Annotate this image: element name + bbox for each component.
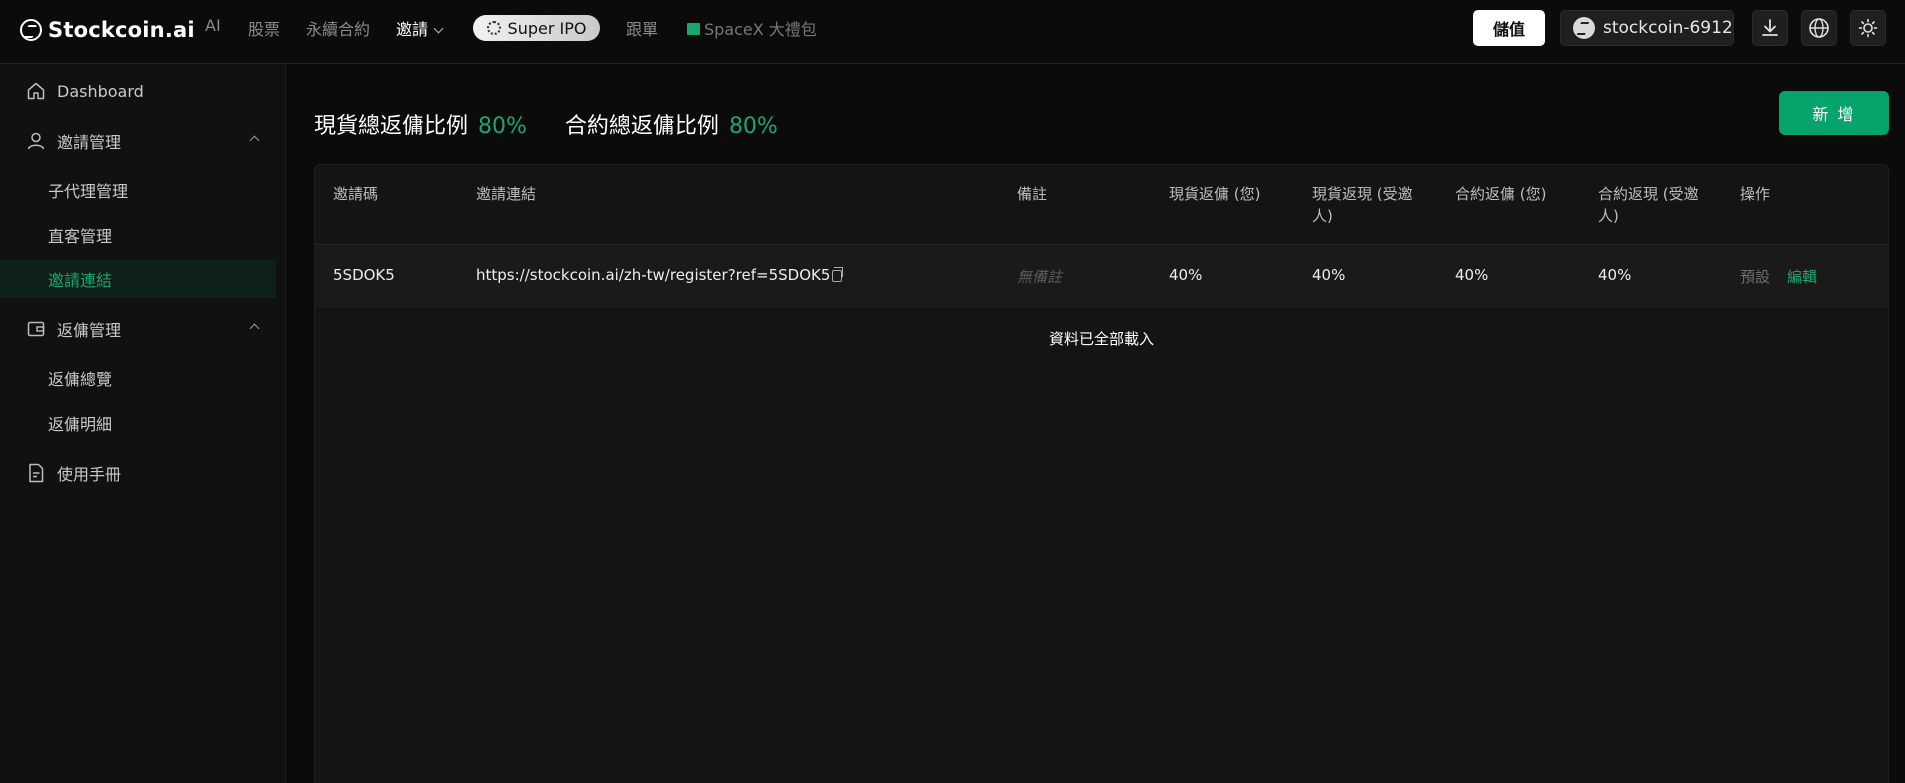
- column-header-actions: 操作: [1740, 185, 1771, 203]
- nav-copy-trade[interactable]: 跟單: [626, 16, 658, 40]
- sidebar-item-label: 使用手冊: [57, 465, 122, 484]
- column-header-link: 邀請連結: [476, 185, 537, 203]
- spot-ratio-value: 80%: [478, 114, 527, 139]
- nav-super-ipo[interactable]: Super IPO: [473, 15, 600, 41]
- user-account-button[interactable]: stockcoin-6912: [1560, 10, 1734, 46]
- contract-cashback-cell: 40%: [1598, 266, 1632, 284]
- brand-name: Stockcoin.ai: [48, 18, 195, 42]
- sidebar-item-dashboard[interactable]: Dashboard: [0, 71, 286, 111]
- contract-ratio-label: 合約總返傭比例: [564, 114, 719, 139]
- contract-rebate-cell: 40%: [1455, 266, 1489, 284]
- spot-cashback-cell: 40%: [1312, 266, 1346, 284]
- sidebar-group-label: 邀請管理: [57, 133, 122, 152]
- nav-perpetual[interactable]: 永續合約: [306, 16, 370, 40]
- username: stockcoin-6912: [1603, 18, 1733, 38]
- avatar: [1573, 17, 1595, 39]
- main-content: 現貨總返傭比例 80% 合約總返傭比例 80% 新 增 邀請碼 邀請連結 備註 …: [287, 64, 1905, 783]
- brand-logo[interactable]: Stockcoin.ai: [20, 15, 195, 45]
- sidebar-item-sub-agents[interactable]: 子代理管理: [0, 171, 286, 209]
- chevron-up-icon: [249, 135, 260, 146]
- column-header-code: 邀請碼: [333, 185, 379, 203]
- sidebar-item-manual[interactable]: 使用手冊: [0, 453, 286, 493]
- document-icon: [29, 463, 44, 483]
- rebate-ratio-summary: 現貨總返傭比例 80% 合約總返傭比例 80%: [314, 108, 778, 140]
- nav-stocks[interactable]: 股票: [248, 16, 280, 40]
- contract-ratio-value: 80%: [728, 114, 778, 139]
- sidebar-group-rebate[interactable]: 返傭管理: [0, 309, 286, 349]
- invite-link-text: https://stockcoin.ai/zh-tw/register?ref=…: [476, 266, 831, 284]
- super-ipo-label: Super IPO: [507, 18, 587, 38]
- nav-ai[interactable]: AI: [205, 16, 221, 35]
- nav-invite[interactable]: 邀請: [396, 16, 444, 40]
- note-cell: 無備註: [1017, 268, 1063, 286]
- edit-button[interactable]: 編輯: [1787, 266, 1817, 287]
- theme-toggle-button[interactable]: [1850, 10, 1886, 46]
- sidebar: Dashboard 邀請管理 子代理管理 直客管理 邀請連結 返傭管理 返傭總覽…: [0, 64, 286, 783]
- wallet-icon: [27, 321, 45, 337]
- all-data-loaded-text: 資料已全部載入: [1048, 330, 1154, 348]
- invite-code-cell: 5SDOK5: [333, 266, 395, 284]
- sidebar-group-invite[interactable]: 邀請管理: [0, 121, 286, 161]
- sidebar-item-invite-links[interactable]: 邀請連結: [0, 260, 276, 298]
- home-icon: [27, 82, 45, 100]
- invite-link-cell: https://stockcoin.ai/zh-tw/register?ref=…: [476, 266, 844, 284]
- user-icon: [27, 132, 45, 150]
- spot-rebate-cell: 40%: [1169, 266, 1203, 284]
- nav-spacex-label: SpaceX 大禮包: [704, 20, 817, 39]
- add-invite-link-button[interactable]: 新 增: [1779, 91, 1889, 135]
- invite-links-table: 邀請碼 邀請連結 備註 現貨返傭 (您) 現貨返現 (受邀人) 合約返傭 (您)…: [314, 164, 1889, 783]
- sidebar-item-rebate-details[interactable]: 返傭明細: [0, 404, 286, 442]
- sidebar-item-rebate-overview[interactable]: 返傭總覽: [0, 359, 286, 397]
- column-header-spot-cashback: 現貨返現 (受邀人): [1312, 185, 1413, 225]
- set-default-button[interactable]: 預設: [1740, 266, 1770, 287]
- column-header-contract-cashback: 合約返現 (受邀人): [1598, 185, 1699, 225]
- nav-invite-label: 邀請: [396, 20, 429, 39]
- gear-icon: [486, 21, 501, 35]
- download-button[interactable]: [1752, 10, 1788, 46]
- top-bar: Stockcoin.ai AI 股票 永續合約 邀請 Super IPO 跟單 …: [0, 0, 1905, 64]
- column-header-spot-rebate: 現貨返傭 (您): [1169, 185, 1261, 203]
- stockcoin-logo-icon: [20, 19, 42, 41]
- deposit-button[interactable]: 儲值: [1473, 10, 1545, 46]
- table-header: 邀請碼 邀請連結 備註 現貨返傭 (您) 現貨返現 (受邀人) 合約返傭 (您)…: [315, 165, 1888, 245]
- sun-icon: [1858, 18, 1878, 38]
- chevron-down-icon: [433, 23, 444, 34]
- spot-ratio-label: 現貨總返傭比例: [314, 114, 469, 139]
- column-header-note: 備註: [1017, 185, 1048, 203]
- sidebar-group-label: 返傭管理: [57, 321, 122, 340]
- nav-spacex[interactable]: SpaceX 大禮包: [687, 16, 817, 40]
- table-row: 5SDOK5 https://stockcoin.ai/zh-tw/regist…: [315, 246, 1888, 308]
- download-icon: [1762, 19, 1778, 36]
- sidebar-item-direct-clients[interactable]: 直客管理: [0, 216, 286, 254]
- column-header-contract-rebate: 合約返傭 (您): [1455, 185, 1547, 203]
- sidebar-item-label: Dashboard: [57, 81, 144, 101]
- copy-icon[interactable]: [832, 267, 844, 282]
- language-button[interactable]: [1801, 10, 1837, 46]
- gift-icon: [687, 23, 700, 35]
- globe-icon: [1809, 18, 1829, 38]
- chevron-up-icon: [249, 323, 260, 334]
